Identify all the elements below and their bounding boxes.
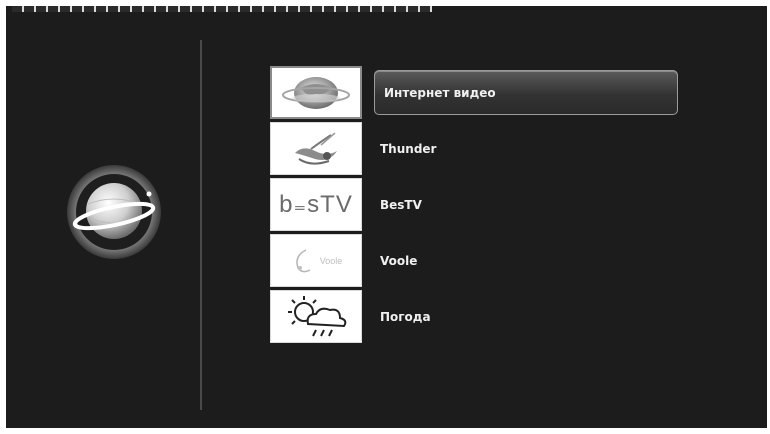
top-strip [12,6,432,12]
menu-item-label: Погода [380,309,431,324]
internet-globe-icon [270,66,362,119]
globe-planet-icon [66,164,162,260]
vertical-divider [200,40,202,410]
menu-item-weather[interactable]: Погода [270,290,690,343]
bestv-logo-text: b₌sTV [279,191,353,218]
tv-screen: Интернет видео Thunder b₌sTV BesTV Voole… [6,6,767,428]
bestv-logo-icon: b₌sTV [270,178,362,231]
voole-logo-icon: Voole [270,234,362,287]
menu-item-internet-video[interactable]: Интернет видео [270,66,690,119]
menu-item-label: Thunder [380,141,437,156]
menu-item-voole[interactable]: Voole Voole [270,234,690,287]
voole-logo-text: Voole [319,255,343,266]
menu-item-label: Voole [380,253,418,268]
weather-icon [270,290,362,343]
menu-item-label: Интернет видео [384,85,496,100]
app-menu: Интернет видео Thunder b₌sTV BesTV Voole… [270,66,690,346]
thunder-logo-icon [270,122,362,175]
menu-item-thunder[interactable]: Thunder [270,122,690,175]
menu-item-label: BesTV [380,197,422,212]
menu-item-bestv[interactable]: b₌sTV BesTV [270,178,690,231]
